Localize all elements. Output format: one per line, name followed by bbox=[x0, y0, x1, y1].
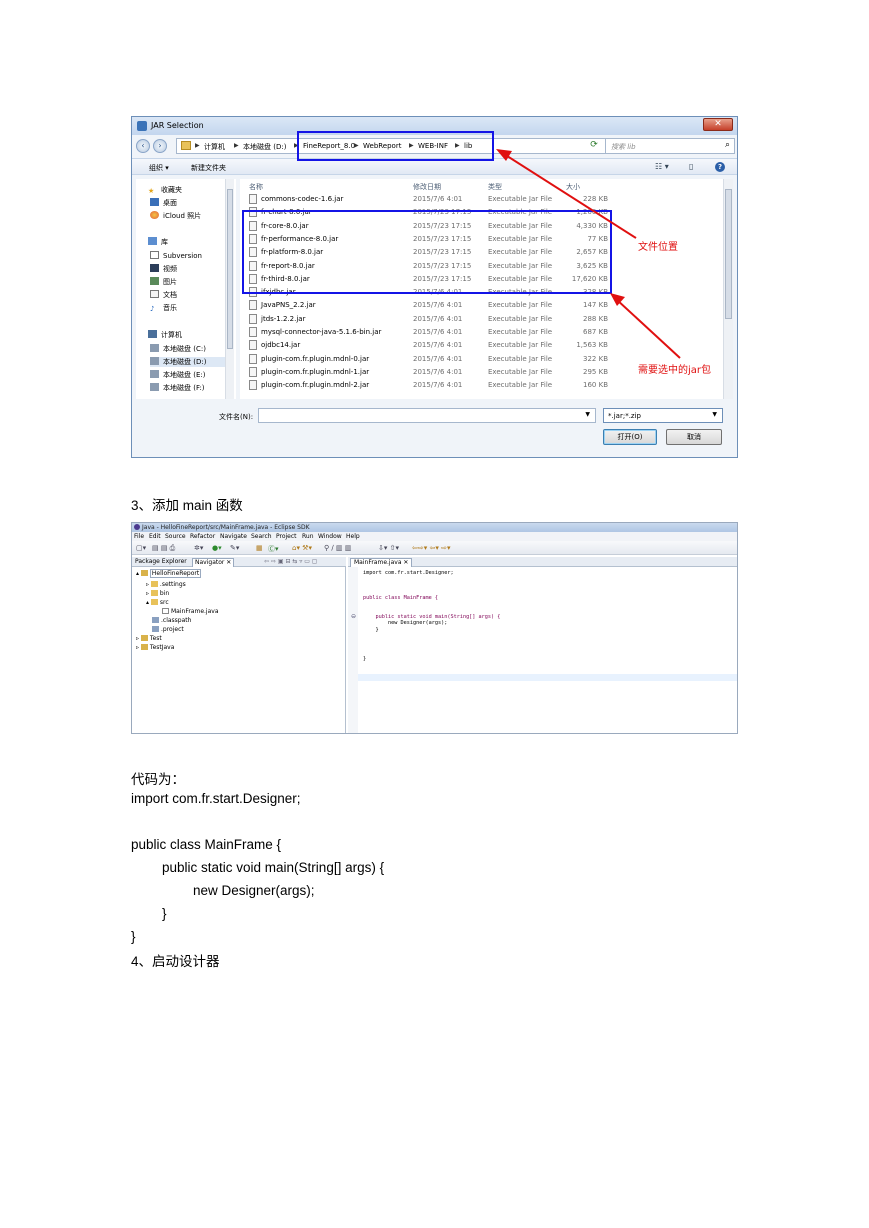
navigator-view: Package Explorer Navigator ✕ ⇦ ⇨ ▣ ⊟ ⇆ ▿… bbox=[132, 557, 346, 733]
tree-bin[interactable]: ▹ bin bbox=[146, 590, 169, 597]
save-icon[interactable]: ▤ ▤ ⎙ bbox=[152, 544, 175, 553]
run-icon[interactable]: ●▾ bbox=[212, 544, 222, 552]
code-line-3[interactable]: public class MainFrame { bbox=[363, 595, 438, 601]
code-line-1[interactable]: import com.fr.start.Designer; bbox=[363, 570, 454, 576]
code-line-7[interactable]: } bbox=[363, 627, 378, 633]
tree-src[interactable]: ▴ src bbox=[146, 599, 169, 606]
menu-run[interactable]: Run bbox=[302, 533, 314, 540]
new-package-icon[interactable]: ▦ bbox=[256, 544, 263, 552]
code-line-9[interactable]: } bbox=[363, 656, 366, 662]
menu-project[interactable]: Project bbox=[276, 533, 297, 540]
code-text-line-4: public static void main(String[] args) { bbox=[162, 860, 385, 875]
code-text-line-6: } bbox=[162, 906, 167, 921]
view-toolbar-icons[interactable]: ⇦ ⇨ ▣ ⊟ ⇆ ▿ ▭ ▢ bbox=[262, 558, 319, 567]
eclipse-toolbar: ▢▾ ▤ ▤ ⎙ ✲▾ ●▾ ✎▾ ▦ Ⓒ▾ ⌂▾ ⚒▾ ⚲ ∕ ▥ ▥ ⇩▾ … bbox=[132, 541, 737, 555]
code-text-line-1: import com.fr.start.Designer; bbox=[131, 791, 301, 806]
folder-icon bbox=[150, 599, 158, 605]
annotation-nav-icon[interactable]: ⇩▾ ⇧▾ bbox=[378, 544, 399, 552]
menu-search[interactable]: Search bbox=[251, 533, 272, 540]
tree-settings[interactable]: ▹ .settings bbox=[146, 581, 186, 588]
new-class-icon[interactable]: Ⓒ▾ bbox=[268, 544, 279, 554]
step3-heading: 3、添加 main 函数 bbox=[131, 498, 243, 513]
view-tabs: Package Explorer Navigator ✕ ⇦ ⇨ ▣ ⊟ ⇆ ▿… bbox=[132, 557, 346, 567]
cancel-button[interactable]: 取消 bbox=[666, 429, 722, 445]
tab-package-explorer[interactable]: Package Explorer bbox=[133, 558, 189, 567]
new-icon[interactable]: ▢▾ bbox=[136, 544, 146, 552]
xml-file-icon bbox=[152, 617, 159, 623]
editor-gutter bbox=[348, 567, 358, 733]
tree-classpath[interactable]: .classpath bbox=[152, 617, 191, 624]
xml-file-icon bbox=[152, 626, 159, 632]
tab-mainframe-java[interactable]: MainFrame.java ✕ bbox=[350, 558, 413, 567]
menu-window[interactable]: Window bbox=[318, 533, 342, 540]
project-icon bbox=[140, 644, 148, 650]
tree-mainframe[interactable]: MainFrame.java bbox=[162, 608, 219, 615]
menu-navigate[interactable]: Navigate bbox=[220, 533, 247, 540]
code-line-6[interactable]: new Designer(args); bbox=[363, 620, 447, 626]
back-forward-icon[interactable]: ⇦⇨▾ ⇦▾ ⇨▾ bbox=[412, 544, 450, 552]
open-type-icon[interactable]: ⌂▾ ⚒▾ bbox=[292, 544, 312, 552]
search-tool-icon[interactable]: ⚲ ∕ ▥ ▥ bbox=[324, 544, 351, 552]
arrow-required-jars bbox=[615, 298, 681, 359]
required-jars-note: 需要选中的jar包 bbox=[638, 365, 712, 376]
folder-icon bbox=[150, 590, 158, 596]
eclipse-titlebar: Java - HelloFineReport/src/MainFrame.jav… bbox=[132, 523, 737, 532]
tree-project[interactable]: ▴ HelloFineReport bbox=[136, 569, 202, 578]
tree-test[interactable]: ▹ Test bbox=[136, 635, 162, 642]
project-icon bbox=[140, 570, 148, 576]
open-button[interactable]: 打开(O) bbox=[603, 429, 657, 445]
eclipse-menubar: File Edit Source Refactor Navigate Searc… bbox=[132, 532, 737, 541]
eclipse-title: Java - HelloFineReport/src/MainFrame.jav… bbox=[142, 524, 310, 531]
tab-navigator[interactable]: Navigator ✕ bbox=[192, 558, 235, 567]
code-text-line-5: new Designer(args); bbox=[193, 883, 315, 898]
eclipse-window: Java - HelloFineReport/src/MainFrame.jav… bbox=[131, 522, 738, 734]
menu-file[interactable]: File bbox=[134, 533, 144, 540]
folder-icon bbox=[150, 581, 158, 587]
tree-testjava[interactable]: ▹ TestJava bbox=[136, 644, 174, 651]
project-icon bbox=[140, 635, 148, 641]
external-tools-icon[interactable]: ✎▾ bbox=[230, 544, 239, 552]
code-text-line-7: } bbox=[131, 929, 136, 944]
arrow-file-location bbox=[503, 153, 637, 239]
java-file-icon bbox=[162, 608, 169, 614]
menu-source[interactable]: Source bbox=[165, 533, 186, 540]
menu-help[interactable]: Help bbox=[346, 533, 360, 540]
tree-project-file[interactable]: .project bbox=[152, 626, 184, 633]
menu-refactor[interactable]: Refactor bbox=[190, 533, 215, 540]
debug-icon[interactable]: ✲▾ bbox=[194, 544, 203, 552]
code-text-line-3: public class MainFrame { bbox=[131, 837, 282, 852]
file-location-note: 文件位置 bbox=[638, 242, 678, 253]
code-intro: 代码为： bbox=[131, 772, 185, 787]
editor-area: MainFrame.java ✕ import com.fr.start.Des… bbox=[348, 557, 737, 733]
menu-edit[interactable]: Edit bbox=[149, 533, 161, 540]
arrowhead-file-location bbox=[496, 149, 512, 161]
step4-heading: 4、启动设计器 bbox=[131, 954, 220, 969]
collapse-marker-icon[interactable]: ⊖ bbox=[351, 613, 356, 620]
annotation-arrows bbox=[496, 149, 681, 359]
editor-tabs: MainFrame.java ✕ bbox=[348, 557, 737, 567]
current-line-highlight bbox=[358, 674, 737, 681]
eclipse-icon bbox=[134, 524, 140, 530]
